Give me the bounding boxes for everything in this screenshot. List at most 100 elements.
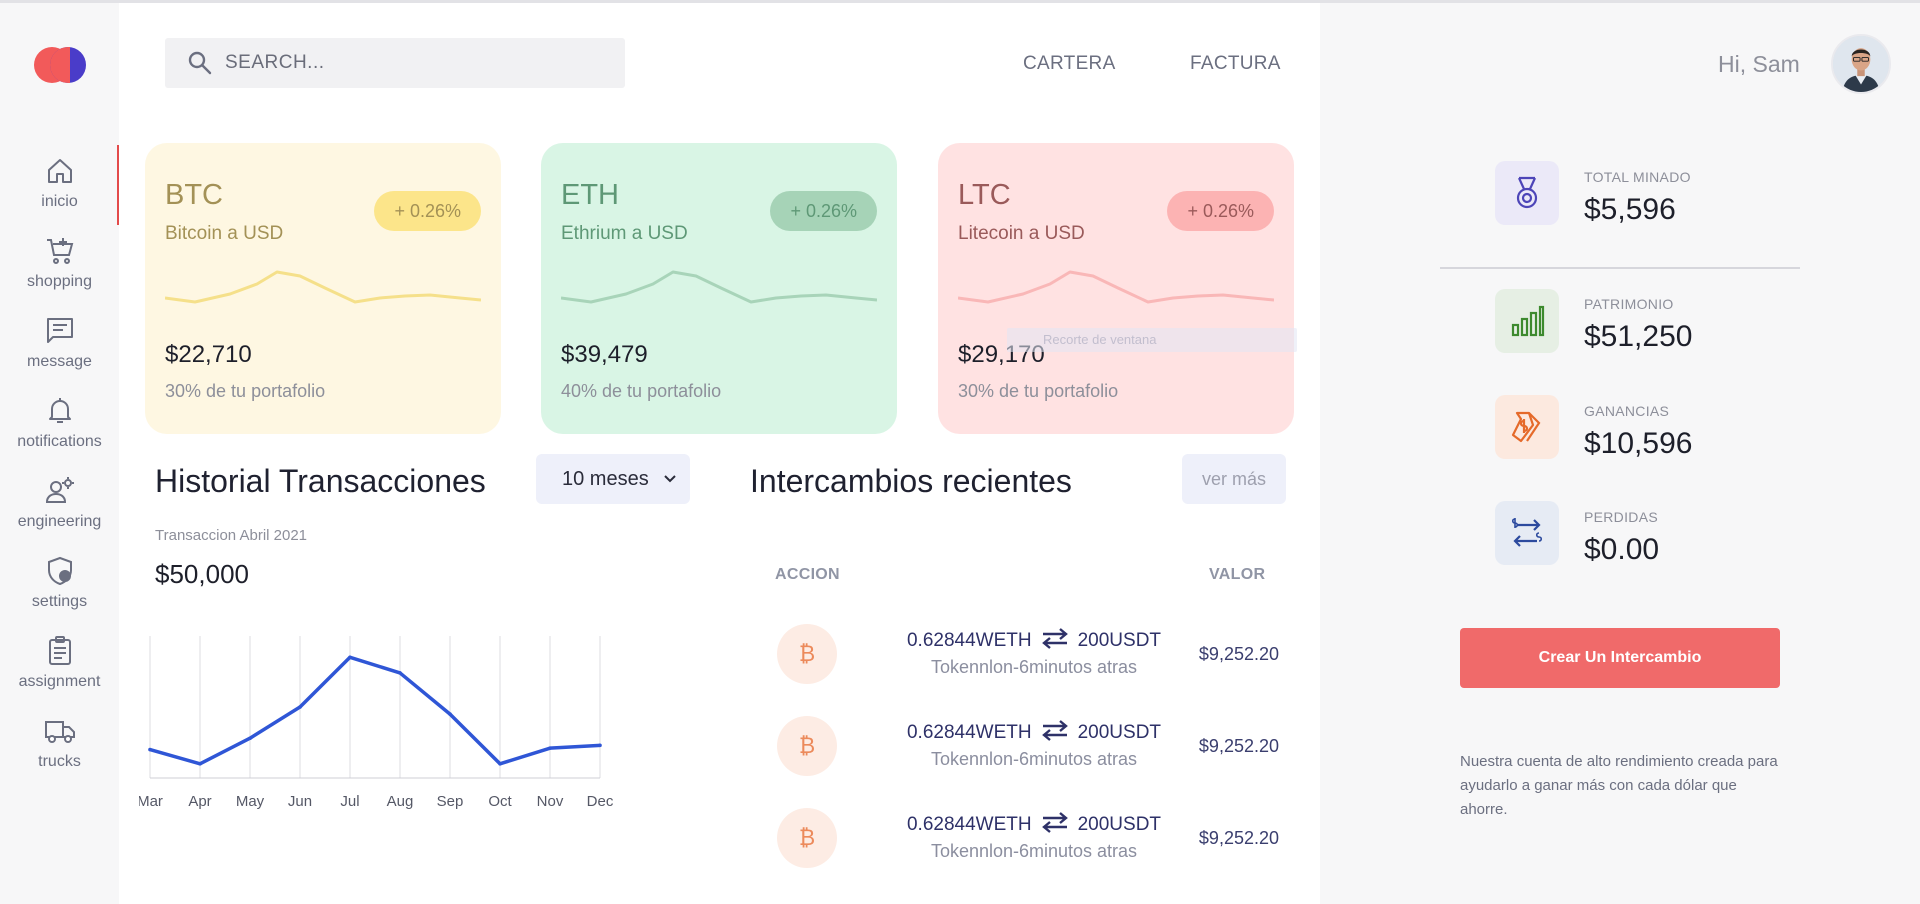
range-select-value: 10 meses — [562, 468, 649, 490]
column-header-action: ACCION — [775, 566, 840, 583]
sidebar-item-assignment[interactable]: assignment — [0, 635, 119, 705]
truck-icon — [44, 721, 75, 743]
bell-icon — [48, 398, 71, 423]
sidebar-item-label: inicio — [41, 193, 78, 210]
stat-value: $51,250 — [1584, 320, 1693, 353]
trade-pair: 0.62844WETH 200USDT — [894, 627, 1174, 652]
card-price: $22,710 — [165, 341, 252, 368]
trade-value: $9,252.20 — [1198, 736, 1279, 756]
trade-value: $9,252.20 — [1198, 828, 1279, 848]
stat-label: PERDIDAS — [1584, 509, 1658, 525]
recent-title: Intercambios recientes — [750, 463, 1072, 499]
sidebar-item-label: notifications — [17, 433, 102, 450]
column-header-value: VALOR — [1209, 566, 1266, 583]
stat-label: GANANCIAS — [1584, 403, 1670, 419]
trade-to: 200USDT — [1077, 722, 1162, 743]
search-input[interactable] — [225, 38, 605, 88]
chevron-down-icon — [664, 475, 676, 483]
sidebar-item-engineering[interactable]: engineering — [0, 475, 119, 545]
card-portfolio-share: 30% de tu portafolio — [958, 381, 1119, 401]
trade-source: Tokennlon-6minutos atras — [930, 657, 1138, 677]
sidebar-item-label: assignment — [18, 673, 101, 690]
sidebar-item-message[interactable]: message — [0, 315, 119, 385]
trade-from: 0.62844WETH — [906, 630, 1032, 651]
sidebar-item-inicio[interactable]: inicio — [0, 155, 119, 225]
stat-icon-box — [1495, 395, 1559, 459]
bar-chart-icon — [1511, 305, 1545, 337]
crypto-card-btc[interactable]: BTC Bitcoin a USD + 0.26% $22,710 30% de… — [145, 143, 501, 434]
chart-subtitle: Transaccion Abril 2021 — [155, 527, 308, 544]
greeting: Hi, Sam — [1718, 51, 1800, 77]
trade-source: Tokennlon-6minutos atras — [930, 841, 1138, 861]
nav-link-cartera[interactable]: CARTERA — [1023, 53, 1116, 75]
exchange-arrows-icon — [1041, 720, 1068, 741]
app-logo[interactable] — [34, 45, 86, 85]
table-row[interactable]: ₿ 0.62844WETH 200USDT Tokennlon-6minutos … — [119, 701, 1320, 791]
trade-source: Tokennlon-6minutos atras — [930, 749, 1138, 769]
sidebar-item-shopping[interactable]: shopping — [0, 235, 119, 305]
divider — [1440, 267, 1800, 269]
trade-from: 0.62844WETH — [906, 722, 1032, 743]
history-title: Historial Transacciones — [155, 463, 486, 499]
trade-to: 200USDT — [1077, 814, 1162, 835]
sidebar-item-notifications[interactable]: notifications — [0, 395, 119, 465]
trade-value: $9,252.20 — [1198, 644, 1279, 664]
create-exchange-button[interactable]: Crear Un Intercambio — [1460, 628, 1780, 688]
card-price: $39,479 — [561, 341, 648, 368]
exchange-icon — [1511, 518, 1543, 547]
sidebar-item-label: engineering — [17, 513, 102, 530]
bitcoin-icon: ₿ — [777, 624, 837, 684]
crypto-card-ltc[interactable]: LTC Litecoin a USD + 0.26% $29,170 30% d… — [938, 143, 1294, 434]
bitcoin-icon: ₿ — [777, 808, 837, 868]
card-pair: Litecoin a USD — [958, 223, 1085, 244]
range-select[interactable]: 10 meses — [536, 454, 690, 504]
cart-icon — [46, 238, 73, 264]
shield-user-icon — [47, 556, 72, 586]
home-icon — [47, 159, 72, 183]
trade-pair: 0.62844WETH 200USDT — [894, 719, 1174, 744]
sparkline — [165, 270, 481, 304]
see-more-button[interactable]: ver más — [1182, 454, 1286, 504]
sidebar-item-label: message — [27, 353, 92, 370]
message-icon — [46, 318, 73, 343]
sparkline — [958, 270, 1274, 304]
change-badge: + 0.26% — [770, 191, 877, 231]
promo-note: Nuestra cuenta de alto rendimiento cread… — [1460, 753, 1778, 818]
avatar[interactable] — [1831, 34, 1891, 94]
stat-icon-box — [1495, 501, 1559, 565]
table-row[interactable]: ₿ 0.62844WETH 200USDT Tokennlon-6minutos … — [119, 793, 1320, 883]
sidebar-item-settings[interactable]: settings — [0, 555, 119, 625]
sidebar-item-label: settings — [31, 593, 88, 610]
table-row[interactable]: ₿ 0.62844WETH 200USDT Tokennlon-6minutos … — [119, 609, 1320, 699]
card-symbol: BTC — [165, 179, 223, 211]
stat-label: PATRIMONIO — [1584, 296, 1674, 312]
chart-amount: $50,000 — [155, 559, 249, 589]
stat-label: TOTAL MINADO — [1584, 169, 1691, 185]
card-symbol: LTC — [958, 179, 1011, 211]
card-pair: Bitcoin a USD — [165, 223, 284, 244]
user-photo — [1833, 36, 1889, 92]
window-clip-tooltip: Recorte de ventana — [1007, 328, 1297, 352]
search-bar[interactable] — [165, 38, 625, 88]
crypto-card-eth[interactable]: ETH Ethrium a USD + 0.26% $39,479 40% de… — [541, 143, 897, 434]
stat-value: $5,596 — [1584, 193, 1676, 226]
right-panel: Hi, Sam TOTAL MINADO $5,596 PATRIMONIO $… — [1320, 3, 1920, 904]
exchange-arrows-icon — [1041, 812, 1068, 833]
trade-pair: 0.62844WETH 200USDT — [894, 811, 1174, 836]
nav-link-factura[interactable]: FACTURA — [1190, 53, 1281, 75]
stat-icon-box — [1495, 289, 1559, 353]
exchange-arrows-icon — [1041, 628, 1068, 649]
card-pair: Ethrium a USD — [561, 223, 688, 244]
engineering-icon — [45, 477, 74, 503]
stat-value: $0.00 — [1584, 533, 1660, 566]
bitcoin-icon: ₿ — [777, 716, 837, 776]
trade-to: 200USDT — [1077, 630, 1162, 651]
main-content: CARTERA FACTURA BTC Bitcoin a USD + 0.26… — [119, 3, 1320, 904]
sidebar-item-label: shopping — [27, 273, 92, 290]
money-tag-icon — [1511, 411, 1541, 443]
sidebar-item-trucks[interactable]: trucks — [0, 715, 119, 785]
stat-value: $10,596 — [1584, 427, 1693, 460]
card-portfolio-share: 40% de tu portafolio — [561, 381, 722, 401]
sparkline — [561, 270, 877, 304]
change-badge: + 0.26% — [374, 191, 481, 231]
